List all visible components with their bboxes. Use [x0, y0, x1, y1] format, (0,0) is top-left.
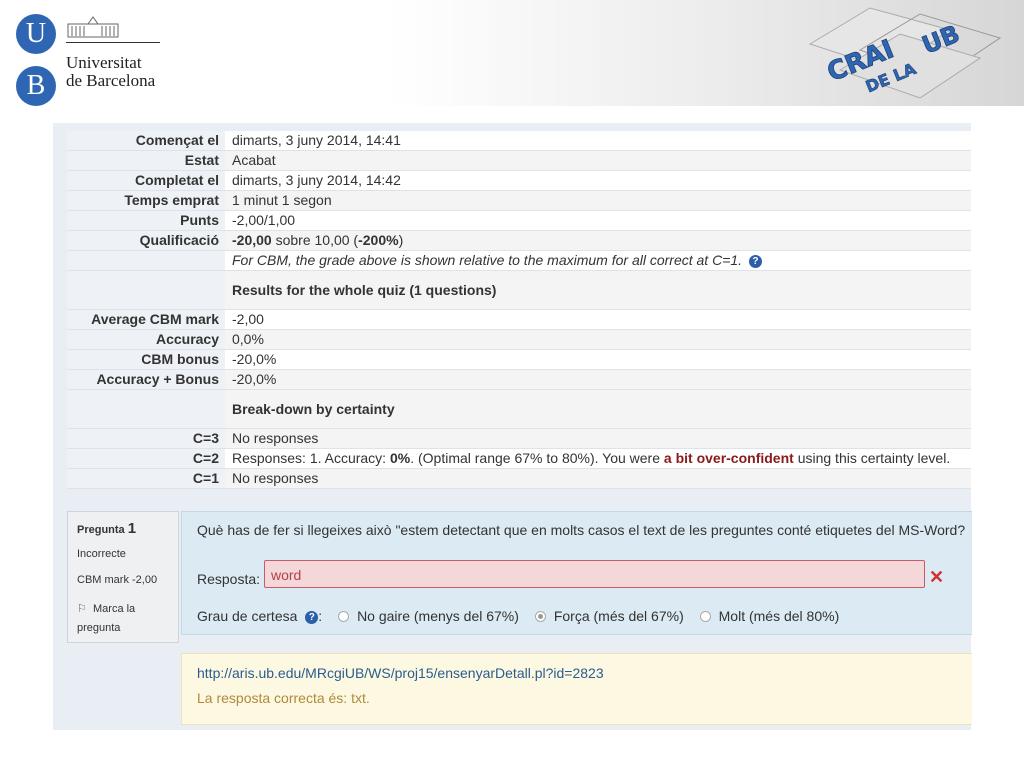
certainty-row: Grau de certesa ?: No gaire (menys del 6… — [197, 608, 839, 624]
table-row: Completat el dimarts, 3 juny 2014, 14:42 — [67, 170, 971, 191]
row-label: C=2 — [67, 448, 225, 469]
help-icon[interactable]: ? — [748, 254, 762, 268]
cbm-note-text: For CBM, the grade above is shown relati… — [232, 252, 743, 268]
certainty-option-low: No gaire (menys del 67%) — [357, 608, 519, 624]
grade-value: -20,00 sobre 10,00 (-200%) — [225, 230, 971, 251]
breakdown-heading-row: Break-down by certainty — [67, 389, 971, 429]
table-row: Average CBM mark -2,00 — [67, 309, 971, 330]
certainty-label: Grau de certesa — [197, 608, 298, 624]
university-logo[interactable]: U B Universitat de Barcelona — [16, 12, 166, 106]
university-name-line2: de Barcelona — [66, 71, 156, 90]
logo-divider — [66, 42, 160, 43]
table-row: Estat Acabat — [67, 150, 971, 171]
question-state: Incorrecte — [77, 548, 126, 560]
grade-label: Qualificació — [67, 230, 225, 251]
row-value: 1 minut 1 segon — [225, 190, 971, 211]
question-number: Pregunta 1 — [77, 520, 136, 537]
question-number-value: 1 — [127, 520, 137, 537]
row-value: dimarts, 3 juny 2014, 14:41 — [225, 131, 971, 151]
table-row: Temps emprat 1 minut 1 segon — [67, 190, 971, 211]
row-label: Accuracy + Bonus — [67, 369, 225, 390]
row-value: dimarts, 3 juny 2014, 14:42 — [225, 170, 971, 191]
row-value: -2,00/1,00 — [225, 210, 971, 231]
row-label: Temps emprat — [67, 190, 225, 211]
breakdown-heading: Break-down by certainty — [225, 389, 971, 429]
logo-u-circle: U — [16, 14, 56, 54]
row-label: Punts — [67, 210, 225, 231]
table-row: CBM bonus -20,0% — [67, 349, 971, 370]
row-value: -20,0% — [225, 369, 971, 390]
row-label: Començat el — [67, 131, 225, 151]
question-label: Pregunta — [77, 524, 125, 536]
help-icon[interactable]: ? — [305, 610, 319, 624]
c2-text-a: Responses: 1. Accuracy: — [232, 450, 390, 466]
row-label-empty — [67, 389, 225, 429]
row-label: Completat el — [67, 170, 225, 191]
question-feedback: http://aris.ub.edu/MRcgiUB/WS/proj15/ens… — [181, 653, 972, 725]
right-answer: La resposta correcta és: txt. — [197, 690, 370, 706]
question-text: Què has de fer si llegeixes això "estem … — [197, 522, 966, 538]
cbm-note: For CBM, the grade above is shown relati… — [225, 250, 971, 271]
results-heading-row: Results for the whole quiz (1 questions) — [67, 270, 971, 310]
certainty-option-high: Molt (més del 80%) — [718, 608, 840, 624]
answer-label: Resposta: — [197, 571, 261, 587]
crai-logo[interactable]: CRAI DE LA UB — [800, 0, 1010, 104]
c2-confidence: a bit over-confident — [663, 450, 794, 466]
logo-b-circle: B — [16, 66, 56, 106]
grade-end: ) — [398, 232, 404, 248]
question-info: Pregunta 1 Incorrecte CBM mark -2,00 ⚐ Ma… — [67, 511, 179, 643]
certainty-colon: : — [318, 608, 323, 624]
university-name: Universitat de Barcelona — [66, 54, 155, 90]
flag-icon: ⚐ — [77, 603, 87, 615]
attempt-summary-table: Començat el dimarts, 3 juny 2014, 14:41 … — [67, 131, 971, 489]
row-label: C=3 — [67, 428, 225, 449]
feedback-link[interactable]: http://aris.ub.edu/MRcgiUB/WS/proj15/ens… — [197, 665, 604, 681]
certainty-option-medium: Força (més del 67%) — [553, 608, 684, 624]
c2-text-b: . (Optimal range 67% to 80%). You were — [410, 450, 664, 466]
row-value: -2,00 — [225, 309, 971, 330]
table-row: C=2 Responses: 1. Accuracy: 0%. (Optimal… — [67, 448, 971, 469]
table-row: Accuracy + Bonus -20,0% — [67, 369, 971, 390]
row-value: -20,0% — [225, 349, 971, 370]
flag-question-link[interactable]: ⚐ Marca la pregunta — [77, 600, 172, 638]
row-value: No responses — [225, 468, 971, 489]
question-content: Què has de fer si llegeixes això "estem … — [181, 511, 972, 635]
university-name-line1: Universitat — [66, 53, 142, 72]
incorrect-icon: ✕ — [929, 567, 945, 587]
row-label: CBM bonus — [67, 349, 225, 370]
grade-bold: -20,00 — [232, 232, 272, 248]
table-row: Accuracy 0,0% — [67, 329, 971, 350]
page-header: U B Universitat de Barcelona CRAI DE LA … — [0, 0, 1024, 106]
row-value: 0,0% — [225, 329, 971, 350]
table-row: C=3 No responses — [67, 428, 971, 449]
row-label: Average CBM mark — [67, 309, 225, 330]
row-label-empty — [67, 250, 225, 271]
table-row: Qualificació -20,00 sobre 10,00 (-200%) — [67, 230, 971, 251]
row-value: Responses: 1. Accuracy: 0%. (Optimal ran… — [225, 448, 971, 469]
row-value: Acabat — [225, 150, 971, 171]
results-heading: Results for the whole quiz (1 questions) — [225, 270, 971, 310]
certainty-radio-low[interactable] — [338, 610, 350, 622]
c2-text-c: using this certainty level. — [793, 450, 951, 466]
row-label: Accuracy — [67, 329, 225, 350]
row-label-empty — [67, 270, 225, 310]
grade-mid: sobre 10,00 ( — [271, 232, 359, 248]
answer-input[interactable]: word — [264, 560, 925, 588]
row-label: Estat — [67, 150, 225, 171]
grade-percent: -200% — [358, 232, 399, 248]
certainty-radio-medium[interactable] — [534, 610, 546, 622]
table-row: For CBM, the grade above is shown relati… — [67, 250, 971, 271]
table-row: Punts -2,00/1,00 — [67, 210, 971, 231]
question-mark: CBM mark -2,00 — [77, 574, 158, 586]
row-value: No responses — [225, 428, 971, 449]
c2-accuracy: 0% — [389, 450, 411, 466]
table-row: Començat el dimarts, 3 juny 2014, 14:41 — [67, 131, 971, 151]
table-row: C=1 No responses — [67, 468, 971, 489]
building-icon — [67, 16, 119, 38]
row-label: C=1 — [67, 468, 225, 489]
certainty-radio-high[interactable] — [699, 610, 711, 622]
